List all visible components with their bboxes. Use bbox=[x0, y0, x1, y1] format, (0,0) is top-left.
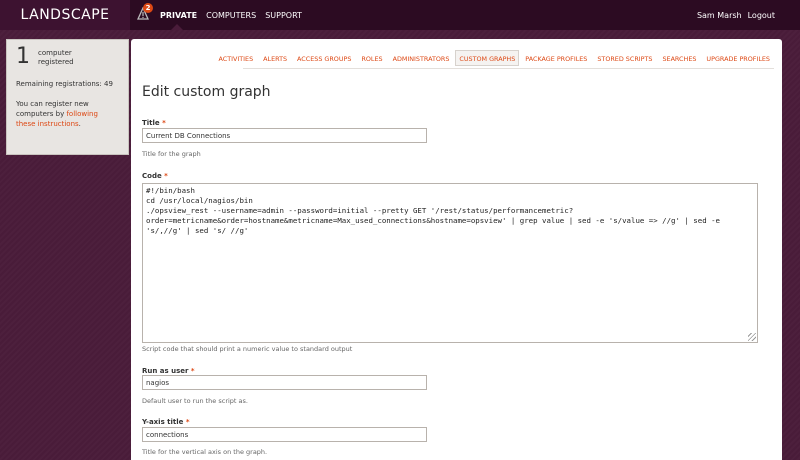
run-as-label: Run as user * bbox=[142, 367, 195, 375]
title-required-mark: * bbox=[162, 119, 166, 127]
y-axis-label: Y-axis title * bbox=[142, 418, 190, 426]
title-input[interactable] bbox=[142, 128, 427, 143]
computer-count-label: computer registered bbox=[38, 49, 74, 66]
run-as-label-text: Run as user bbox=[142, 367, 189, 375]
topnav-computers[interactable]: COMPUTERS bbox=[206, 11, 256, 20]
title-help: Title for the graph bbox=[142, 150, 201, 158]
tab-package-profiles[interactable]: PACKAGE PROFILES bbox=[521, 50, 591, 66]
y-axis-required-mark: * bbox=[185, 418, 190, 426]
active-nav-caret bbox=[171, 24, 183, 30]
title-label: Title * bbox=[142, 119, 166, 127]
registration-panel: 1 computer registered Remaining registra… bbox=[6, 39, 129, 155]
computer-count: 1 bbox=[16, 44, 30, 69]
top-bar: LANDSCAPE 2 PRIVATE COMPUTERS SUPPORT Sa… bbox=[0, 0, 800, 30]
run-as-required-mark: * bbox=[190, 367, 195, 375]
code-help: Script code that should print a numeric … bbox=[142, 345, 353, 353]
tab-administrators[interactable]: ADMINISTRATORS bbox=[389, 50, 454, 66]
tab-alerts[interactable]: ALERTS bbox=[259, 50, 291, 66]
tab-searches[interactable]: SEARCHES bbox=[658, 50, 700, 66]
code-textarea[interactable]: #!/bin/bash cd /usr/local/nagios/bin ./o… bbox=[142, 183, 758, 343]
subnav-divider bbox=[243, 68, 774, 69]
tab-stored-scripts[interactable]: STORED SCRIPTS bbox=[593, 50, 656, 66]
topnav-private[interactable]: PRIVATE bbox=[160, 11, 197, 20]
tab-activities[interactable]: ACTIVITIES bbox=[214, 50, 257, 66]
account-subnav: ACTIVITIES ALERTS ACCESS GROUPS ROLES AD… bbox=[214, 50, 774, 66]
page-title: Edit custom graph bbox=[142, 84, 271, 100]
computer-count-row: 1 computer registered bbox=[7, 40, 128, 68]
textarea-resize-handle[interactable] bbox=[748, 333, 756, 341]
landscape-logo[interactable]: LANDSCAPE bbox=[0, 0, 130, 30]
title-label-text: Title bbox=[142, 119, 160, 127]
alerts-indicator[interactable]: 2 bbox=[136, 3, 153, 22]
main-content: ACTIVITIES ALERTS ACCESS GROUPS ROLES AD… bbox=[131, 39, 782, 460]
y-axis-help: Title for the vertical axis on the graph… bbox=[142, 448, 268, 456]
register-info: You can register new computers by follow… bbox=[7, 89, 128, 129]
code-label: Code * bbox=[142, 172, 168, 180]
code-required-mark: * bbox=[164, 172, 168, 180]
run-as-help: Default user to run the script as. bbox=[142, 397, 248, 405]
run-as-input[interactable] bbox=[142, 375, 427, 390]
tab-access-groups[interactable]: ACCESS GROUPS bbox=[293, 50, 355, 66]
logout-link[interactable]: Logout bbox=[748, 11, 775, 20]
tab-custom-graphs[interactable]: CUSTOM GRAPHS bbox=[455, 50, 520, 66]
remaining-registrations: Remaining registrations: 49 bbox=[16, 80, 113, 88]
user-name-link[interactable]: Sam Marsh bbox=[697, 11, 742, 20]
alert-count-badge: 2 bbox=[143, 3, 153, 13]
register-info-suffix: . bbox=[78, 120, 81, 128]
y-axis-input[interactable] bbox=[142, 427, 427, 442]
code-label-text: Code bbox=[142, 172, 162, 180]
user-menu: Sam Marsh Logout bbox=[697, 0, 775, 30]
y-axis-label-text: Y-axis title bbox=[142, 418, 184, 426]
tab-upgrade-profiles[interactable]: UPGRADE PROFILES bbox=[702, 50, 774, 66]
tab-roles[interactable]: ROLES bbox=[357, 50, 386, 66]
topnav-support[interactable]: SUPPORT bbox=[265, 11, 302, 20]
